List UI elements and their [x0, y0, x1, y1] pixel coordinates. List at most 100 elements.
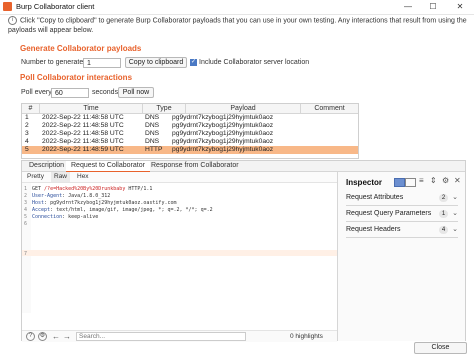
section-count-badge: 4 — [439, 226, 448, 234]
row-number: 1 — [25, 114, 29, 121]
column-header-payload[interactable]: Payload — [186, 104, 301, 113]
line-number: 2 — [24, 193, 28, 199]
row-number: 3 — [25, 130, 29, 137]
code-line[interactable]: User-Agent: Java/1.8.0_312 — [32, 193, 110, 199]
interactions-table: # Time Type Payload Comment 1 2022-Sep-2… — [21, 103, 359, 159]
inspector-panel: Inspector ≡ ⇕ ⚙ ✕ Request Attributes 2 ⌄… — [338, 172, 465, 341]
row-number: 4 — [25, 138, 29, 145]
close-icon[interactable]: ✕ — [454, 176, 461, 185]
highlights-count: 0 highlights — [290, 333, 323, 340]
section-label: Request Attributes — [346, 194, 404, 201]
table-row[interactable]: 1 2022-Sep-22 11:48:58 UTC DNS pg9ydrnt7… — [22, 114, 358, 122]
filter-icon[interactable]: ⇕ — [430, 176, 437, 185]
number-to-generate-input[interactable]: 1 — [83, 58, 121, 68]
line-number: 4 — [24, 207, 28, 213]
editor-view-tabs: Pretty Raw Hex — [22, 172, 337, 183]
divider — [346, 205, 458, 206]
copy-to-clipboard-button[interactable]: Copy to clipboard — [125, 57, 187, 68]
title-bar: Burp Collaborator client — ☐ ✕ — [0, 0, 474, 15]
section-count-badge: 1 — [439, 210, 448, 218]
row-type: DNS — [145, 138, 160, 145]
layout-view-icon[interactable] — [394, 178, 405, 187]
divider — [346, 221, 458, 222]
inspector-title: Inspector — [346, 178, 383, 187]
column-header-number[interactable]: # — [22, 104, 40, 113]
row-time: 2022-Sep-22 11:48:58 UTC — [42, 114, 124, 121]
column-header-comment[interactable]: Comment — [301, 104, 358, 113]
line-number: 7 — [24, 251, 28, 257]
table-row-selected[interactable]: 5 2022-Sep-22 11:48:59 UTC HTTP pg9ydrnt… — [22, 146, 358, 154]
search-input[interactable] — [76, 332, 246, 341]
inspector-section-request-attributes[interactable]: Request Attributes 2 ⌄ — [346, 192, 458, 204]
include-server-location-label: Include Collaborator server location — [199, 59, 310, 66]
inspector-section-request-headers[interactable]: Request Headers 4 ⌄ — [346, 224, 458, 236]
poll-every-input[interactable]: 60 — [51, 88, 89, 98]
poll-every-label: Poll every — [21, 89, 52, 96]
section-label: Request Query Parameters — [346, 210, 432, 217]
table-row[interactable]: 2 2022-Sep-22 11:48:58 UTC DNS pg9ydrnt7… — [22, 122, 358, 130]
info-text-block: i Click "Copy to clipboard" to generate B… — [8, 16, 468, 35]
inspector-section-request-query-parameters[interactable]: Request Query Parameters 1 ⌄ — [346, 208, 458, 220]
row-time: 2022-Sep-22 11:48:58 UTC — [42, 122, 124, 129]
column-header-type[interactable]: Type — [143, 104, 186, 113]
help-icon[interactable]: ? — [26, 332, 35, 341]
column-header-time[interactable]: Time — [40, 104, 143, 113]
align-icon[interactable]: ≡ — [419, 176, 424, 185]
seconds-label: seconds — [92, 89, 119, 96]
chevron-down-icon: ⌄ — [452, 210, 458, 217]
row-number: 2 — [25, 122, 29, 129]
line-number: 6 — [24, 221, 28, 227]
table-row[interactable]: 3 2022-Sep-22 11:48:58 UTC DNS pg9ydrnt7… — [22, 130, 358, 138]
row-payload: pg9ydrnt7kzybog1j29hyjmtuk0aoz — [172, 146, 274, 153]
code-line[interactable]: Accept: text/html, image/gif, image/jpeg… — [32, 207, 213, 213]
row-payload: pg9ydrnt7kzybog1j29hyjmtuk0aoz — [172, 130, 274, 137]
header-value: : text/html, image/gif, image/jpeg, *; q… — [50, 207, 213, 213]
gear-icon[interactable]: ⚙ — [442, 176, 449, 185]
tab-description[interactable]: Description — [24, 161, 69, 171]
request-method: GET — [32, 186, 45, 192]
editor-search-bar: ? ⚙ ← → 0 highlights — [22, 330, 337, 342]
code-line[interactable]: GET /?e=Hacked%20By%20Drunkbaby HTTP/1.1 — [32, 186, 152, 192]
subtab-hex[interactable]: Hex — [77, 172, 89, 182]
row-type: HTTP — [145, 146, 163, 153]
info-text: Click "Copy to clipboard" to generate Bu… — [8, 17, 467, 34]
divider — [346, 237, 458, 238]
header-value: : keep-alive — [62, 214, 99, 220]
generate-heading: Generate Collaborator payloads — [20, 44, 142, 53]
layout-list-icon[interactable] — [405, 178, 416, 187]
number-to-generate-label: Number to generate: — [21, 59, 86, 66]
subtab-pretty[interactable]: Pretty — [27, 172, 44, 182]
row-payload: pg9ydrnt7kzybog1j29hyjmtuk0aoz — [172, 138, 274, 145]
table-row[interactable]: 4 2022-Sep-22 11:48:58 UTC DNS pg9ydrnt7… — [22, 138, 358, 146]
section-label: Request Headers — [346, 226, 401, 233]
row-type: DNS — [145, 122, 160, 129]
arrow-left-icon[interactable]: ← — [52, 331, 60, 342]
info-icon: i — [8, 16, 17, 25]
close-button[interactable]: Close — [414, 342, 467, 354]
subtab-raw[interactable]: Raw — [51, 172, 71, 182]
arrow-right-icon[interactable]: → — [63, 331, 71, 342]
include-server-location-checkbox[interactable]: ✓ — [190, 59, 197, 66]
tab-response-from-collaborator[interactable]: Response from Collaborator — [146, 161, 244, 171]
header-value: : Java/1.8.0_312 — [62, 193, 111, 199]
row-time: 2022-Sep-22 11:48:59 UTC — [42, 146, 124, 153]
poll-now-button[interactable]: Poll now — [118, 87, 154, 98]
header-name: Accept — [32, 207, 51, 213]
settings-gear-icon[interactable]: ⚙ — [38, 332, 47, 341]
code-line[interactable]: Connection: keep-alive — [32, 214, 98, 220]
tab-request-to-collaborator[interactable]: Request to Collaborator — [66, 161, 150, 172]
message-editor: Pretty Raw Hex 1 GET /?e=Hacked%20By%20D… — [22, 172, 338, 342]
section-count-badge: 2 — [439, 194, 448, 202]
header-value: : pg9ydrnt7kzybog1j29hyjmtuk0aoz.oastify… — [44, 200, 177, 206]
request-path: /?e=Hacked%20By%20Drunkbaby — [44, 186, 126, 192]
row-time: 2022-Sep-22 11:48:58 UTC — [42, 130, 124, 137]
header-name: User-Agent — [32, 193, 63, 199]
code-line[interactable]: Host: pg9ydrnt7kzybog1j29hyjmtuk0aoz.oas… — [32, 200, 177, 206]
poll-heading: Poll Collaborator interactions — [20, 73, 133, 82]
row-type: DNS — [145, 114, 160, 121]
line-number: 5 — [24, 214, 28, 220]
header-name: Connection — [32, 214, 63, 220]
close-window-button[interactable]: ✕ — [448, 0, 472, 14]
maximize-button[interactable]: ☐ — [421, 0, 445, 14]
minimize-button[interactable]: — — [396, 0, 420, 14]
